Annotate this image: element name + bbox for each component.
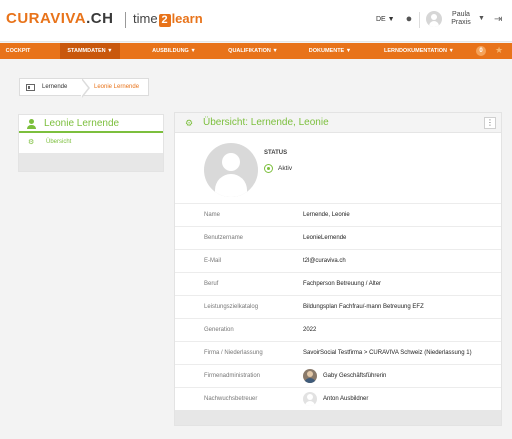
breadcrumb-separator-icon	[81, 78, 90, 98]
detail-label: Leistungszielkatalog	[204, 304, 259, 310]
details-list: Name Lernende, Leonie Benutzername Leoni…	[175, 203, 501, 410]
panel-footer	[175, 410, 501, 425]
detail-row-katalog: Leistungszielkatalog Bildungsplan Fachfr…	[175, 295, 501, 318]
logo-divider	[125, 12, 126, 28]
nav-cockpit[interactable]: COCKPIT	[0, 43, 36, 59]
nav-dokumente[interactable]: DOKUMENTE ▼	[302, 43, 358, 59]
user-name[interactable]: Paula Praxis	[449, 11, 473, 27]
detail-row-firmenadmin: Firmenadministration Gaby Geschäftsführe…	[175, 364, 501, 387]
nav-stammdaten[interactable]: STAMMDATEN ▼	[60, 43, 120, 59]
detail-value: Lernende, Leonie	[303, 212, 350, 218]
detail-row-generation: Generation 2022	[175, 318, 501, 341]
help-icon[interactable]: ●	[403, 13, 415, 25]
main-nav: COCKPIT STAMMDATEN ▼ AUSBILDUNG ▼ QUALIF…	[0, 43, 512, 59]
app-number: 2	[158, 14, 171, 27]
detail-row-firma: Firma / Niederlassung SavoirSocial Testf…	[175, 341, 501, 364]
sidebar-item-uebersicht[interactable]: ⚙ Übersicht	[19, 135, 163, 151]
detail-value: SavoirSocial Testfirma > CURAVIVA Schwei…	[303, 350, 472, 356]
star-icon[interactable]: ★	[495, 45, 503, 56]
top-header: CURAVIVA.CH time 2 learn DE ▼ ● Paula Praxi…	[0, 0, 512, 42]
detail-row-betreuer: Nachwuchsbetreuer Anton Ausbildner	[175, 387, 501, 410]
detail-label: Name	[204, 212, 221, 218]
app-suffix: learn	[171, 11, 203, 26]
nav-ausbildung[interactable]: AUSBILDUNG ▼	[146, 43, 202, 59]
logout-icon[interactable]: ⇥	[494, 14, 502, 25]
user-icon	[27, 119, 36, 129]
user-first-name: Paula	[452, 11, 470, 18]
status-value: Aktiv	[278, 165, 293, 172]
user-menu-caret-icon[interactable]: ▼	[478, 15, 485, 22]
notification-badge[interactable]: 0	[476, 46, 486, 56]
detail-label: Nachwuchsbetreuer	[204, 396, 258, 402]
panel-title: Übersicht: Lernende, Leonie	[203, 117, 329, 128]
detail-value[interactable]: Anton Ausbildner	[323, 396, 368, 402]
user-avatar[interactable]	[426, 11, 442, 27]
detail-label: Firma / Niederlassung	[204, 350, 263, 356]
status-radio[interactable]	[264, 164, 273, 173]
nav-qualifikation[interactable]: QUALIFIKATION ▼	[222, 43, 284, 59]
overview-panel: ⚙ Übersicht: Lernende, Leonie ⋮ STATUS A…	[174, 112, 502, 426]
detail-value[interactable]: Gaby Geschäftsführerin	[323, 373, 386, 379]
person-avatar	[303, 392, 317, 406]
detail-label: Beruf	[204, 281, 219, 287]
time2learn-logo[interactable]: time 2 learn	[133, 11, 203, 27]
panel-menu-button[interactable]: ⋮	[484, 117, 496, 129]
sidebar-footer	[19, 153, 163, 171]
detail-row-username: Benutzername LeonieLernende	[175, 226, 501, 249]
detail-row-beruf: Beruf Fachperson Betreuung / Alter	[175, 272, 501, 295]
detail-label: E-Mail	[204, 258, 222, 264]
logo-suffix: .CH	[86, 10, 114, 27]
header-divider	[419, 12, 420, 28]
logo-main: CURAVIVA	[6, 10, 87, 27]
profile-avatar	[204, 143, 258, 197]
sidebar-header: Leonie Lernende	[19, 115, 163, 133]
language-selector[interactable]: DE ▼	[376, 16, 395, 23]
detail-value: Bildungsplan Fachfrau/-mann Betreuung EF…	[303, 304, 424, 310]
dashboard-icon: ⚙	[185, 118, 194, 128]
sidebar-title: Leonie Lernende	[44, 118, 120, 129]
detail-label: Firmenadministration	[204, 373, 261, 379]
detail-value: Fachperson Betreuung / Alter	[303, 281, 382, 287]
user-last-name: Praxis	[451, 19, 471, 26]
breadcrumb-current[interactable]: Leonie Lernende	[94, 84, 139, 90]
profile-sidebar: Leonie Lernende ⚙ Übersicht	[18, 114, 164, 172]
panel-header: ⚙ Übersicht: Lernende, Leonie ⋮	[175, 113, 501, 133]
nav-lerndokumentation[interactable]: LERNDOKUMENTATION ▼	[374, 43, 464, 59]
detail-value: LeonieLernende	[303, 235, 347, 241]
breadcrumb-lernende[interactable]: Lernende	[42, 84, 67, 90]
detail-value: 2022	[303, 327, 317, 333]
status-label: STATUS	[264, 150, 288, 156]
app-prefix: time	[133, 11, 158, 26]
detail-label: Generation	[204, 327, 234, 333]
curaviva-logo[interactable]: CURAVIVA.CH	[6, 10, 113, 27]
id-card-icon	[26, 84, 35, 91]
email-link[interactable]: t2l@curaviva.ch	[303, 258, 346, 264]
breadcrumb-bar: Lernende Leonie Lernende	[19, 78, 149, 98]
sidebar-item-label: Übersicht	[46, 139, 72, 145]
detail-row-email: E-Mail t2l@curaviva.ch	[175, 249, 501, 272]
dashboard-icon: ⚙	[28, 139, 35, 146]
detail-row-name: Name Lernende, Leonie	[175, 203, 501, 226]
person-avatar	[303, 369, 317, 383]
detail-label: Benutzername	[204, 235, 244, 241]
